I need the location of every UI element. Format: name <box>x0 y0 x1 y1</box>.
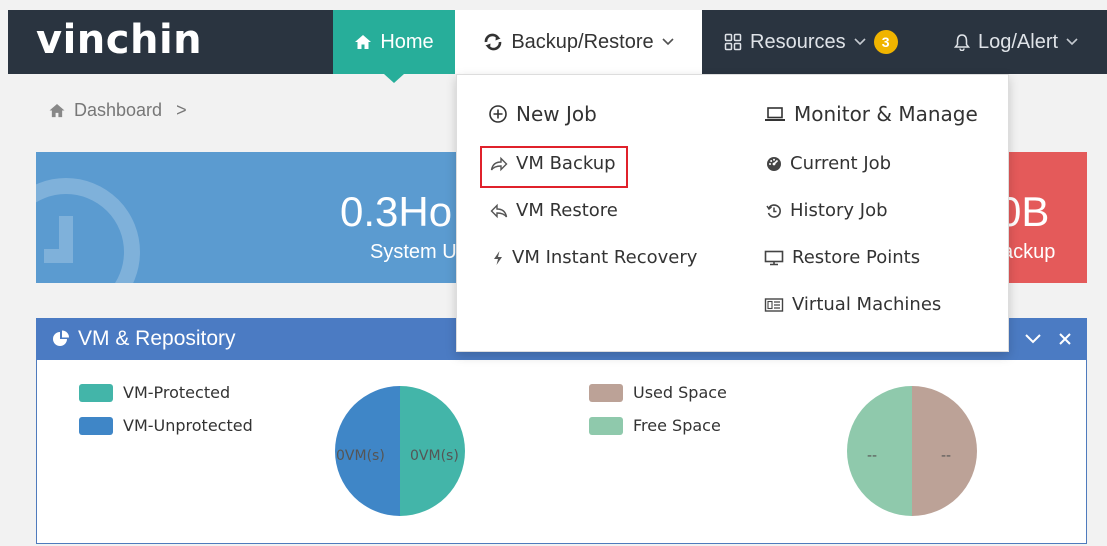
legend-vm-protected: VM-Protected <box>79 383 230 402</box>
legend-free-space: Free Space <box>589 416 721 435</box>
legend-swatch <box>589 416 623 435</box>
nav-log-alert-label: Log/Alert <box>978 30 1059 53</box>
plus-circle-icon <box>488 104 508 124</box>
legend-swatch <box>79 383 113 402</box>
system-usage-value: 0.3Ho <box>340 188 453 235</box>
menu-vm-instant-recovery-label: VM Instant Recovery <box>512 247 698 268</box>
vm-pie-label-left: 0VM(s) <box>336 448 385 464</box>
menu-current-job-label: Current Job <box>790 153 892 174</box>
chevron-down-icon <box>854 38 866 46</box>
grid-icon <box>724 33 742 51</box>
history-icon <box>766 203 782 219</box>
menu-current-job[interactable]: Current Job <box>766 153 891 174</box>
bolt-icon <box>492 250 504 266</box>
system-usage-label: System U <box>370 241 457 263</box>
nav-backup-restore[interactable]: Backup/Restore <box>455 10 702 74</box>
backup-size-label: ackup <box>1002 241 1056 263</box>
menu-history-job-label: History Job <box>790 200 888 221</box>
legend-label: Used Space <box>633 383 727 402</box>
desktop-icon <box>764 250 784 266</box>
repository-pie-chart <box>847 386 977 516</box>
menu-monitor-manage-label: Monitor & Manage <box>794 102 978 126</box>
vm-backup-highlight-box <box>480 146 628 188</box>
chevron-down-icon <box>1066 38 1078 46</box>
nav-resources[interactable]: Resources 3 <box>702 10 932 74</box>
repo-pie-label-right: -- <box>941 448 952 464</box>
legend-label: VM-Unprotected <box>123 416 253 435</box>
menu-new-job-label: New Job <box>516 102 597 126</box>
breadcrumb-separator: > <box>176 100 187 120</box>
system-usage-banner: 0.3Ho System U <box>36 152 476 283</box>
dashboard-icon <box>766 156 782 172</box>
nav-backup-restore-label: Backup/Restore <box>511 30 654 53</box>
laptop-icon <box>764 106 786 122</box>
legend-label: Free Space <box>633 416 721 435</box>
vm-pie-label-right: 0VM(s) <box>410 448 459 464</box>
free-space-slice[interactable] <box>847 386 912 516</box>
legend-swatch <box>79 416 113 435</box>
menu-virtual-machines[interactable]: Virtual Machines <box>764 294 941 315</box>
home-icon <box>48 103 66 118</box>
legend-swatch <box>589 383 623 402</box>
chevron-down-icon <box>662 38 674 46</box>
vinchin-logo[interactable]: vinchin <box>36 16 202 64</box>
menu-restore-points[interactable]: Restore Points <box>764 247 920 268</box>
clock-icon <box>36 178 140 283</box>
menu-history-job[interactable]: History Job <box>766 200 888 221</box>
nav-home-label: Home <box>380 30 434 53</box>
panel-title-text: VM & Repository <box>78 327 236 350</box>
active-nav-caret <box>384 74 404 83</box>
menu-virtual-machines-label: Virtual Machines <box>792 294 942 315</box>
bell-icon <box>954 33 970 51</box>
server-icon <box>764 297 784 313</box>
reply-icon <box>490 203 508 219</box>
legend-label: VM-Protected <box>123 383 231 402</box>
nav-log-alert[interactable]: Log/Alert <box>932 10 1107 74</box>
nav-resources-label: Resources <box>750 30 846 53</box>
breadcrumb-dashboard[interactable]: Dashboard <box>74 100 162 121</box>
close-icon[interactable] <box>1058 332 1072 346</box>
legend-used-space: Used Space <box>589 383 727 402</box>
menu-restore-points-label: Restore Points <box>792 247 921 268</box>
menu-vm-restore[interactable]: VM Restore <box>490 200 618 221</box>
menu-new-job[interactable]: New Job <box>488 102 597 126</box>
home-icon <box>354 34 372 50</box>
menu-vm-restore-label: VM Restore <box>516 200 618 221</box>
pie-chart-icon <box>52 330 70 348</box>
panel-title: VM & Repository <box>52 318 236 360</box>
legend-vm-unprotected: VM-Unprotected <box>79 416 253 435</box>
nav-home[interactable]: Home <box>333 10 455 74</box>
panel-tools <box>1024 318 1072 360</box>
menu-monitor-manage[interactable]: Monitor & Manage <box>764 102 978 126</box>
repo-pie-label-left: -- <box>867 448 878 464</box>
collapse-chevron-icon[interactable] <box>1024 333 1042 345</box>
breadcrumb: Dashboard > <box>48 100 187 121</box>
resources-count-badge: 3 <box>873 30 898 54</box>
menu-vm-instant-recovery[interactable]: VM Instant Recovery <box>492 247 697 268</box>
refresh-arrows-icon <box>483 33 503 51</box>
